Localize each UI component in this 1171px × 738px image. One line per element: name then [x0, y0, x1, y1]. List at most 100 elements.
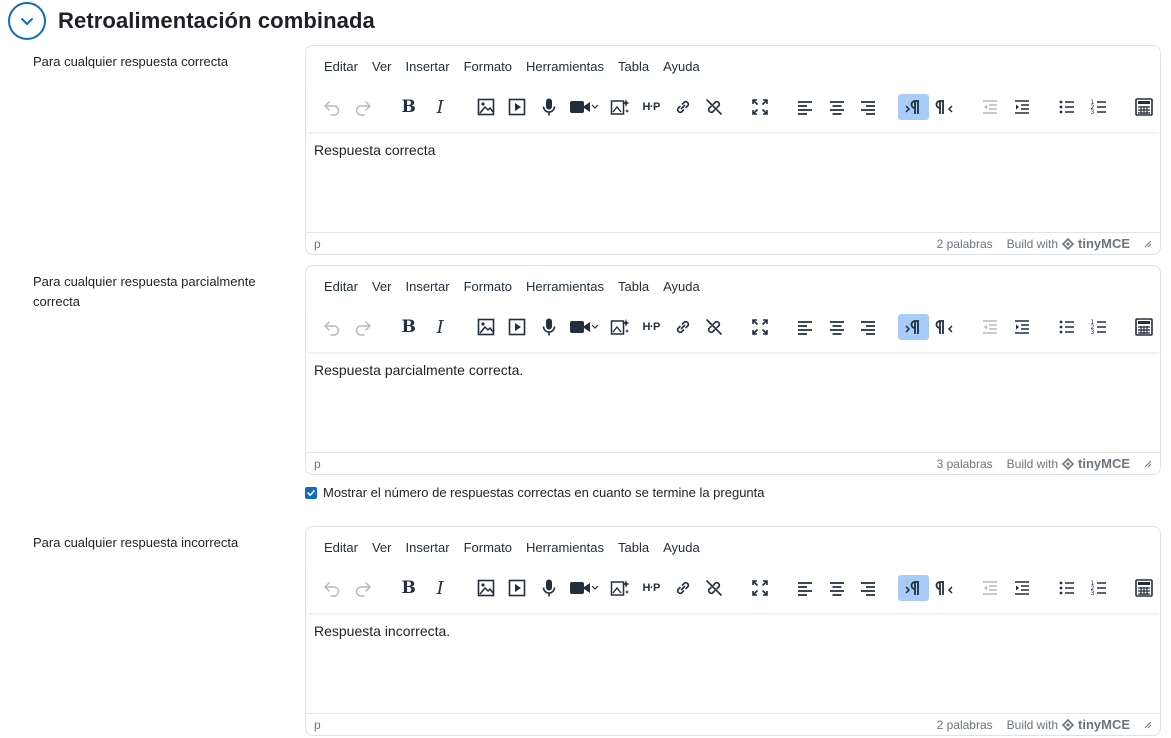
- menu-item-editar[interactable]: Editar: [317, 55, 365, 78]
- link-button[interactable]: [667, 314, 699, 340]
- insert-media-button[interactable]: [501, 314, 533, 340]
- editor-content[interactable]: Respuesta incorrecta.: [306, 613, 1160, 713]
- show-correct-count-label[interactable]: Mostrar el número de respuestas correcta…: [323, 485, 765, 500]
- italic-button[interactable]: I: [424, 314, 456, 340]
- bullet-list-button[interactable]: [1051, 314, 1083, 340]
- menu-item-tabla[interactable]: Tabla: [611, 55, 656, 78]
- record-audio-button[interactable]: [533, 314, 565, 340]
- menu-item-ayuda[interactable]: Ayuda: [656, 275, 707, 298]
- menu-item-editar[interactable]: Editar: [317, 536, 365, 559]
- link-button[interactable]: [667, 575, 699, 601]
- align-center-button[interactable]: [821, 94, 853, 120]
- menu-item-ayuda[interactable]: Ayuda: [656, 55, 707, 78]
- outdent-button[interactable]: [975, 575, 1007, 601]
- redo-button[interactable]: [348, 575, 380, 601]
- numbered-list-button[interactable]: 123: [1083, 314, 1115, 340]
- menu-item-formato[interactable]: Formato: [457, 275, 519, 298]
- ltr-direction-button[interactable]: [897, 575, 930, 601]
- fullscreen-button[interactable]: [744, 94, 776, 120]
- undo-button[interactable]: [316, 314, 348, 340]
- ai-generate-image-button[interactable]: [604, 575, 636, 601]
- record-audio-button[interactable]: [533, 94, 565, 120]
- align-left-button[interactable]: [789, 575, 821, 601]
- indent-button[interactable]: [1006, 94, 1038, 120]
- rtl-direction-button[interactable]: [929, 314, 961, 340]
- element-path[interactable]: p: [314, 237, 321, 251]
- insert-media-button[interactable]: [501, 94, 533, 120]
- tinymce-branding[interactable]: Build with tinyMCE: [1007, 456, 1130, 471]
- menu-item-ver[interactable]: Ver: [365, 275, 399, 298]
- record-video-button[interactable]: [564, 314, 603, 340]
- italic-button[interactable]: I: [424, 575, 456, 601]
- ltr-direction-button[interactable]: [897, 94, 930, 120]
- record-video-button[interactable]: [564, 94, 603, 120]
- tinymce-branding[interactable]: Build with tinyMCE: [1007, 236, 1130, 251]
- undo-button[interactable]: [316, 575, 348, 601]
- menu-item-insertar[interactable]: Insertar: [398, 536, 456, 559]
- menu-item-herramientas[interactable]: Herramientas: [519, 536, 611, 559]
- fullscreen-button[interactable]: [744, 314, 776, 340]
- menu-item-ver[interactable]: Ver: [365, 55, 399, 78]
- insert-image-button[interactable]: [470, 314, 502, 340]
- align-center-button[interactable]: [821, 314, 853, 340]
- ai-generate-image-button[interactable]: [604, 314, 636, 340]
- menu-item-editar[interactable]: Editar: [317, 275, 365, 298]
- menu-item-formato[interactable]: Formato: [457, 536, 519, 559]
- menu-item-ayuda[interactable]: Ayuda: [656, 536, 707, 559]
- rtl-direction-button[interactable]: [929, 575, 961, 601]
- ltr-direction-button[interactable]: [897, 314, 930, 340]
- menu-item-formato[interactable]: Formato: [457, 55, 519, 78]
- tinymce-branding[interactable]: Build with tinyMCE: [1007, 717, 1130, 732]
- h5p-button[interactable]: H·P: [635, 94, 667, 120]
- fullscreen-button[interactable]: [744, 575, 776, 601]
- align-left-button[interactable]: [789, 94, 821, 120]
- h5p-button[interactable]: H·P: [635, 575, 667, 601]
- undo-button[interactable]: [316, 94, 348, 120]
- insert-image-button[interactable]: [470, 94, 502, 120]
- resize-handle-icon[interactable]: [1144, 460, 1152, 468]
- word-count[interactable]: 3 palabras: [937, 457, 993, 471]
- record-audio-button[interactable]: [533, 575, 565, 601]
- align-right-button[interactable]: [852, 575, 884, 601]
- show-correct-count-checkbox[interactable]: [305, 486, 317, 499]
- unlink-button[interactable]: [699, 94, 731, 120]
- equation-editor-button[interactable]: [1128, 575, 1160, 601]
- word-count[interactable]: 2 palabras: [937, 237, 993, 251]
- element-path[interactable]: p: [314, 457, 321, 471]
- outdent-button[interactable]: [975, 314, 1007, 340]
- menu-item-herramientas[interactable]: Herramientas: [519, 275, 611, 298]
- insert-media-button[interactable]: [501, 575, 533, 601]
- numbered-list-button[interactable]: 123: [1083, 575, 1115, 601]
- bullet-list-button[interactable]: [1051, 94, 1083, 120]
- record-video-button[interactable]: [564, 575, 603, 601]
- numbered-list-button[interactable]: 123: [1083, 94, 1115, 120]
- unlink-button[interactable]: [699, 575, 731, 601]
- bullet-list-button[interactable]: [1051, 575, 1083, 601]
- menu-item-insertar[interactable]: Insertar: [398, 55, 456, 78]
- editor-content[interactable]: Respuesta correcta: [306, 132, 1160, 232]
- align-left-button[interactable]: [789, 314, 821, 340]
- indent-button[interactable]: [1006, 314, 1038, 340]
- equation-editor-button[interactable]: [1128, 94, 1160, 120]
- bold-button[interactable]: B: [393, 314, 425, 340]
- menu-item-ver[interactable]: Ver: [365, 536, 399, 559]
- align-center-button[interactable]: [821, 575, 853, 601]
- menu-item-insertar[interactable]: Insertar: [398, 275, 456, 298]
- align-right-button[interactable]: [852, 314, 884, 340]
- insert-image-button[interactable]: [470, 575, 502, 601]
- indent-button[interactable]: [1006, 575, 1038, 601]
- collapse-section-button[interactable]: [8, 2, 46, 40]
- element-path[interactable]: p: [314, 718, 321, 732]
- word-count[interactable]: 2 palabras: [937, 718, 993, 732]
- rtl-direction-button[interactable]: [929, 94, 961, 120]
- menu-item-tabla[interactable]: Tabla: [611, 275, 656, 298]
- equation-editor-button[interactable]: [1128, 314, 1160, 340]
- align-right-button[interactable]: [852, 94, 884, 120]
- ai-generate-image-button[interactable]: [604, 94, 636, 120]
- link-button[interactable]: [667, 94, 699, 120]
- bold-button[interactable]: B: [393, 575, 425, 601]
- resize-handle-icon[interactable]: [1144, 721, 1152, 729]
- menu-item-herramientas[interactable]: Herramientas: [519, 55, 611, 78]
- h5p-button[interactable]: H·P: [635, 314, 667, 340]
- redo-button[interactable]: [348, 94, 380, 120]
